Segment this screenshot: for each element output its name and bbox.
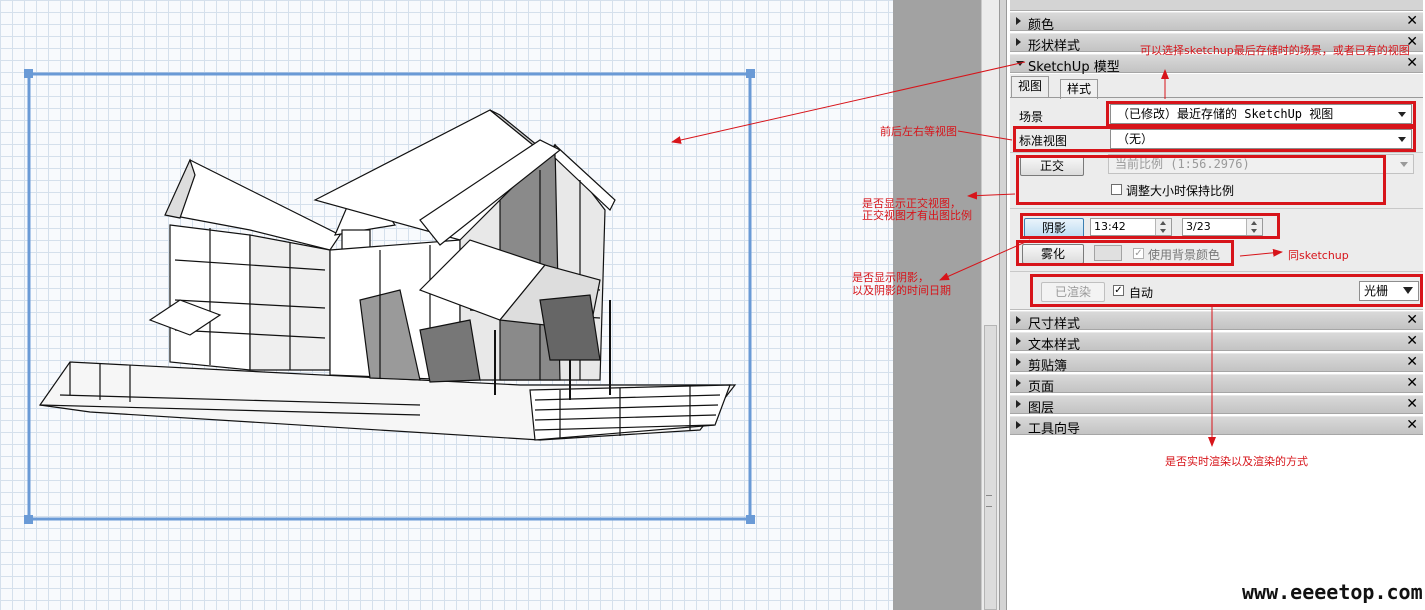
annotation-standard-view: 前后左右等视图 — [880, 125, 957, 138]
annotation-fog: 同sketchup — [1288, 249, 1349, 262]
annotation-scene: 可以选择sketchup最后存储时的场景，或者已有的视图 — [1140, 44, 1410, 57]
annotation-shadow-1: 是否显示阴影， — [852, 271, 929, 284]
annotation-shadow-2: 以及阴影的时间日期 — [852, 284, 951, 297]
watermark: www.eeeetop.com — [1242, 580, 1423, 604]
annotation-arrows — [671, 61, 1283, 447]
annotation-ortho-2: 正交视图才有出图比例 — [862, 209, 972, 222]
annotation-render: 是否实时渲染以及渲染的方式 — [1165, 455, 1308, 468]
